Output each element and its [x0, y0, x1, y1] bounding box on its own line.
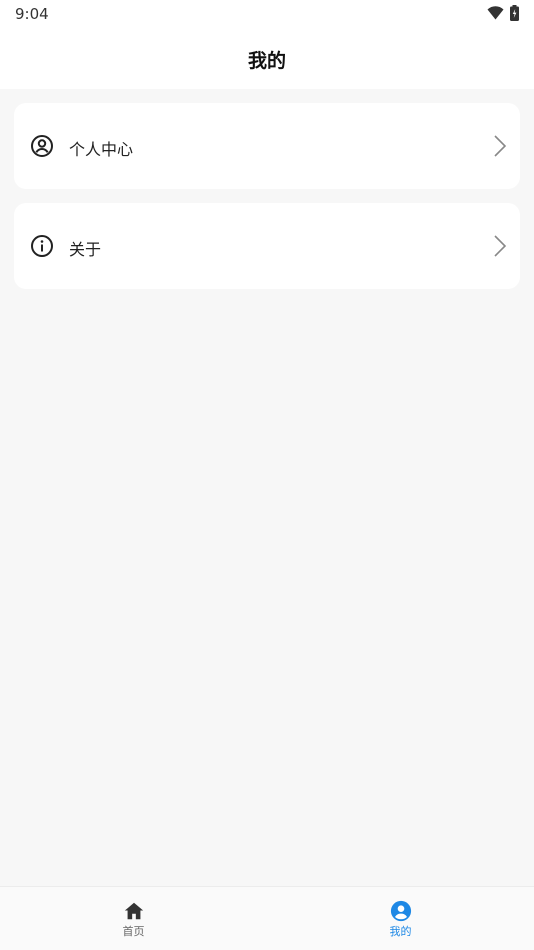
tab-label: 首页 — [122, 925, 145, 938]
home-icon — [124, 902, 143, 920]
user-icon — [390, 900, 411, 922]
page-title: 我的 — [247, 50, 286, 72]
tab-label: 我的 — [389, 925, 412, 938]
user-circle-icon — [31, 135, 53, 157]
status-bar: 9:04 — [0, 0, 534, 28]
tab-home[interactable]: 首页 — [0, 887, 267, 950]
profile-screen: 9:04 我的 个人中心 关于 首页 我的 — [0, 0, 534, 950]
header: 我的 — [0, 28, 534, 89]
menu-list: 个人中心 关于 — [14, 103, 520, 303]
menu-item-label: 个人中心 — [69, 140, 134, 159]
status-icons — [487, 5, 519, 21]
wifi-icon — [487, 6, 504, 20]
status-time: 9:04 — [15, 5, 49, 23]
menu-item-about[interactable]: 关于 — [14, 203, 520, 289]
chevron-right-icon — [494, 135, 507, 157]
info-icon — [31, 235, 53, 257]
menu-item-personal-center[interactable]: 个人中心 — [14, 103, 520, 189]
battery-icon — [510, 5, 519, 21]
tab-mine[interactable]: 我的 — [267, 887, 534, 950]
bottom-tab-bar: 首页 我的 — [0, 886, 534, 950]
menu-item-label: 关于 — [69, 240, 102, 259]
chevron-right-icon — [494, 235, 507, 257]
